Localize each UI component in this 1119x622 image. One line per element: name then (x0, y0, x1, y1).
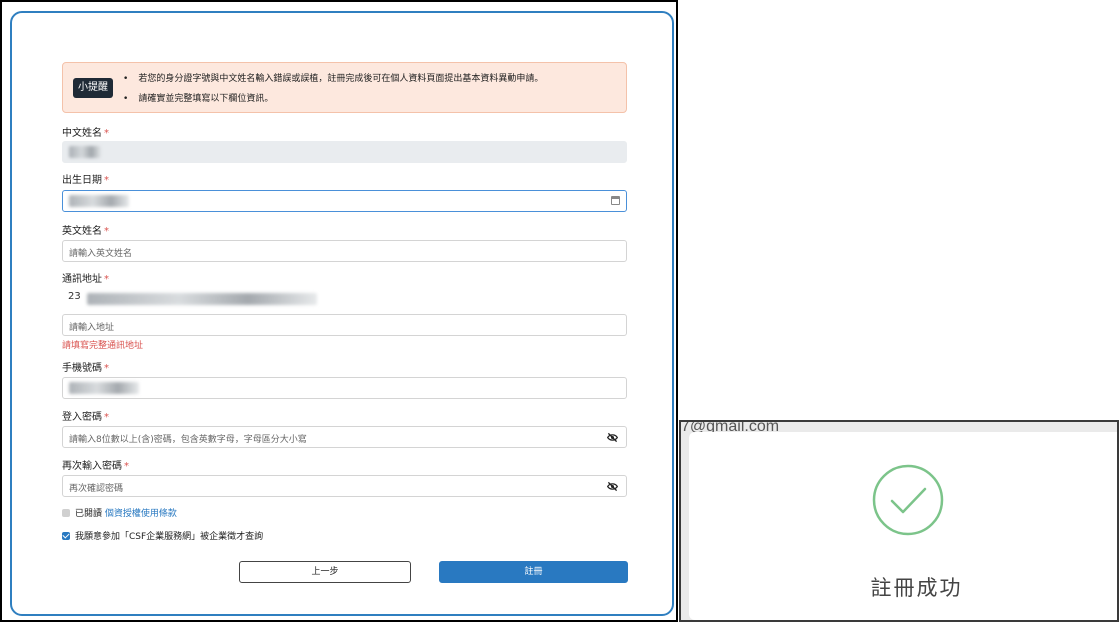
success-screenshot: 7@gmail.com 註冊成功 (679, 420, 1119, 622)
eye-slash-icon[interactable] (607, 432, 618, 443)
success-modal: 註冊成功 (689, 432, 1117, 620)
chinese-name-field (62, 141, 627, 163)
birth-date-field[interactable] (62, 190, 627, 212)
check-circle-icon (872, 464, 944, 536)
previous-step-button[interactable]: 上一步 (239, 561, 411, 583)
redacted-value (69, 382, 139, 394)
english-name-input[interactable] (63, 244, 589, 264)
calendar-icon[interactable] (611, 196, 620, 205)
registration-screenshot: 小提醒 若您的身分證字號與中文姓名輸入錯誤或誤植，註冊完成後可在個人資料頁面提出… (0, 0, 678, 622)
redacted-address-selects (87, 293, 317, 305)
password-field[interactable] (62, 426, 627, 450)
reminder-notice: 小提醒 若您的身分證字號與中文姓名輸入錯誤或誤植，註冊完成後可在個人資料頁面提出… (62, 62, 627, 113)
english-name-field[interactable] (62, 240, 627, 264)
address-error: 請填寫完整通訊地址 (62, 341, 144, 351)
password-confirm-input[interactable] (63, 479, 589, 499)
address-input[interactable] (63, 318, 589, 338)
success-title: 註冊成功 (870, 576, 963, 600)
english-name-label: 英文姓名 * (62, 226, 109, 237)
privacy-checkbox-label: 已閱讀 個資授權使用條款 (75, 509, 177, 519)
eye-slash-icon[interactable] (607, 481, 618, 492)
password-input[interactable] (63, 430, 589, 450)
privacy-checkbox[interactable] (62, 509, 70, 517)
phone-field[interactable] (62, 377, 627, 399)
reminder-item: 請確實並完整填寫以下欄位資訊。 (123, 89, 543, 109)
join-csf-checkbox[interactable] (62, 532, 70, 540)
phone-label: 手機號碼 * (62, 363, 109, 374)
join-csf-label: 我願意參加「CSF企業服務網」被企業徵才查詢 (75, 532, 264, 542)
privacy-terms-link[interactable]: 個資授權使用條款 (105, 509, 177, 519)
address-label: 通訊地址 * (62, 274, 109, 285)
address-detail-field[interactable] (62, 314, 627, 338)
redacted-value (69, 146, 101, 158)
reminder-badge: 小提醒 (73, 78, 113, 98)
password-confirm-field[interactable] (62, 475, 627, 499)
reminder-list: 若您的身分證字號與中文姓名輸入錯誤或誤植，註冊完成後可在個人資料頁面提出基本資料… (123, 69, 543, 109)
password-label: 登入密碼 * (62, 412, 109, 423)
chinese-name-label: 中文姓名 * (62, 128, 109, 139)
birth-date-label: 出生日期 * (62, 175, 109, 186)
reminder-item: 若您的身分證字號與中文姓名輸入錯誤或誤植，註冊完成後可在個人資料頁面提出基本資料… (123, 69, 543, 89)
registration-form-card: 小提醒 若您的身分證字號與中文姓名輸入錯誤或誤植，註冊完成後可在個人資料頁面提出… (10, 11, 674, 616)
address-city-value: 23 (68, 291, 81, 302)
redacted-value (69, 195, 129, 207)
password-confirm-label: 再次輸入密碼 * (62, 461, 129, 472)
register-button[interactable]: 註冊 (439, 561, 628, 583)
